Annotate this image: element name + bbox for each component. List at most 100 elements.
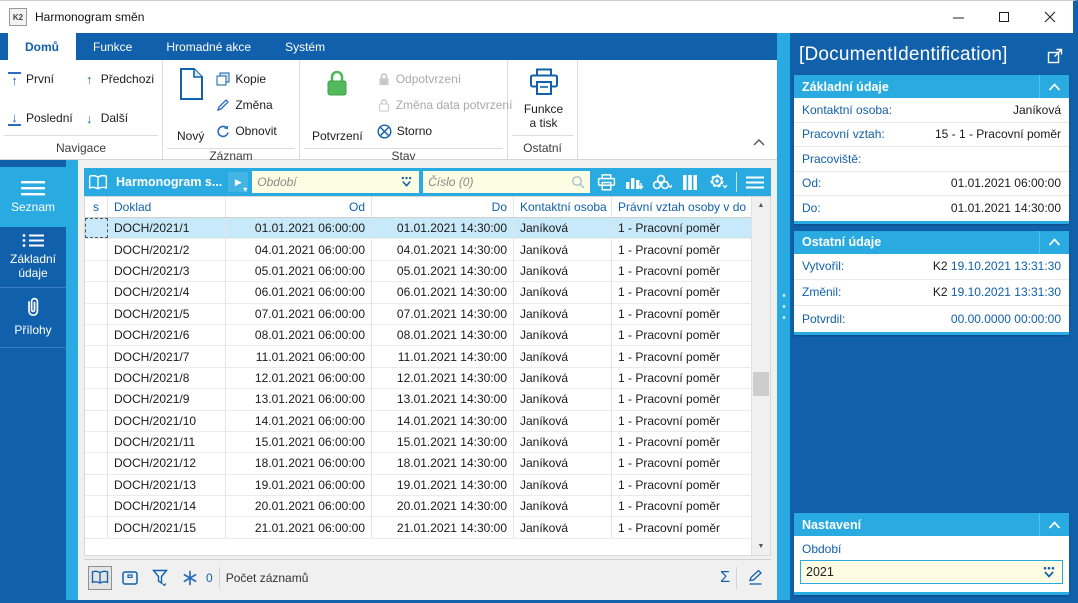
sum-button[interactable]: Σ (720, 569, 730, 587)
cell-doklad[interactable]: DOCH/2021/10 (108, 410, 226, 431)
close-button[interactable] (1027, 1, 1073, 33)
cell-pravni-vztah[interactable]: 1 - Pracovní poměr (612, 368, 751, 388)
column-header-do[interactable]: Do (372, 197, 514, 217)
cell-kontaktni-osoba[interactable]: Janíková (514, 474, 612, 496)
new-button[interactable]: Nový (173, 66, 208, 148)
collapse-section-button[interactable] (1039, 230, 1069, 254)
collapse-section-button[interactable] (1039, 75, 1069, 98)
cell-doklad[interactable]: DOCH/2021/4 (108, 282, 226, 303)
table-row[interactable]: DOCH/2021/14 20.01.2021 06:00:00 20.01.2… (85, 496, 751, 518)
cell-doklad[interactable]: DOCH/2021/13 (108, 474, 226, 496)
cell-od[interactable]: 05.01.2021 06:00:00 (226, 260, 372, 282)
cell-status[interactable] (85, 303, 108, 324)
sidebar-item-prilohy[interactable]: Přílohy (0, 288, 66, 348)
cell-od[interactable]: 21.01.2021 06:00:00 (226, 517, 372, 538)
cell-kontaktni-osoba[interactable]: Janíková (514, 367, 612, 389)
filter-button[interactable] (148, 566, 172, 590)
cell-pravni-vztah[interactable]: 1 - Pracovní poměr (612, 239, 751, 259)
cell-pravni-vztah[interactable]: 1 - Pracovní poměr (612, 282, 751, 302)
cell-doklad[interactable]: DOCH/2021/3 (108, 260, 226, 282)
table-row[interactable]: DOCH/2021/7 11.01.2021 06:00:00 11.01.20… (85, 346, 751, 368)
cell-kontaktni-osoba[interactable]: Janíková (514, 260, 612, 282)
menu-button[interactable] (743, 170, 767, 194)
olap-button[interactable] (650, 170, 674, 194)
cell-kontaktni-osoba[interactable]: Janíková (514, 453, 612, 474)
chart-button[interactable] (622, 170, 646, 194)
table-row[interactable]: DOCH/2021/10 14.01.2021 06:00:00 14.01.2… (85, 410, 751, 432)
collapse-section-button[interactable] (1039, 513, 1069, 536)
cell-status[interactable] (85, 367, 108, 389)
cell-od[interactable]: 13.01.2021 06:00:00 (226, 389, 372, 410)
cell-status[interactable] (85, 260, 108, 282)
cell-od[interactable]: 07.01.2021 06:00:00 (226, 303, 372, 324)
period-setting-input[interactable] (806, 565, 1041, 579)
cell-status[interactable] (85, 346, 108, 367)
table-row[interactable]: DOCH/2021/13 19.01.2021 06:00:00 19.01.2… (85, 474, 751, 497)
cell-doklad[interactable]: DOCH/2021/11 (108, 431, 226, 453)
cell-kontaktni-osoba[interactable]: Janíková (514, 410, 612, 431)
cell-pravni-vztah[interactable]: 1 - Pracovní poměr (612, 389, 751, 409)
cell-doklad[interactable]: DOCH/2021/2 (108, 239, 226, 260)
book-menu-button[interactable]: ▶ ▾ (228, 172, 249, 194)
cell-do[interactable]: 15.01.2021 14:30:00 (372, 431, 514, 453)
cell-do[interactable]: 14.01.2021 14:30:00 (372, 410, 514, 431)
cell-status[interactable] (85, 453, 108, 474)
cell-kontaktni-osoba[interactable]: Janíková (514, 389, 612, 410)
table-row[interactable]: DOCH/2021/9 13.01.2021 06:00:00 13.01.20… (85, 389, 751, 411)
number-search-input[interactable] (428, 175, 567, 189)
refresh-button[interactable]: Obnovit (216, 120, 277, 142)
cell-do[interactable]: 04.01.2021 14:30:00 (372, 239, 514, 260)
cell-pravni-vztah[interactable]: 1 - Pracovní poměr (612, 261, 751, 281)
cell-od[interactable]: 12.01.2021 06:00:00 (226, 367, 372, 389)
cell-pravni-vztah[interactable]: 1 - Pracovní poměr (612, 432, 751, 452)
cell-od[interactable]: 15.01.2021 06:00:00 (226, 431, 372, 453)
cell-pravni-vztah[interactable]: 1 - Pracovní poměr (612, 411, 751, 431)
table-row[interactable]: DOCH/2021/5 07.01.2021 06:00:00 07.01.20… (85, 303, 751, 325)
cell-do[interactable]: 13.01.2021 14:30:00 (372, 389, 514, 410)
tab-system[interactable]: Systém (268, 33, 342, 60)
cell-od[interactable]: 08.01.2021 06:00:00 (226, 324, 372, 346)
cell-kontaktni-osoba[interactable]: Janíková (514, 346, 612, 367)
table-row[interactable]: DOCH/2021/3 05.01.2021 06:00:00 05.01.20… (85, 260, 751, 283)
cell-doklad[interactable]: DOCH/2021/14 (108, 496, 226, 517)
cell-od[interactable]: 01.01.2021 06:00:00 (226, 218, 372, 239)
collapse-ribbon-button[interactable] (753, 133, 765, 151)
cell-status[interactable] (85, 389, 108, 410)
cell-status[interactable] (85, 517, 108, 538)
cell-od[interactable]: 11.01.2021 06:00:00 (226, 346, 372, 367)
scroll-down-button[interactable]: ▼ (752, 538, 770, 555)
cell-od[interactable]: 04.01.2021 06:00:00 (226, 239, 372, 260)
cell-pravni-vztah[interactable]: 1 - Pracovní poměr (612, 496, 751, 516)
storno-button[interactable]: Storno (377, 120, 513, 142)
cell-doklad[interactable]: DOCH/2021/9 (108, 389, 226, 410)
scroll-up-button[interactable]: ▲ (752, 197, 770, 214)
last-button[interactable]: ↓ Poslední (8, 107, 73, 129)
cell-do[interactable]: 21.01.2021 14:30:00 (372, 517, 514, 538)
cell-do[interactable]: 19.01.2021 14:30:00 (372, 474, 514, 496)
column-header-s[interactable]: s (85, 197, 108, 217)
cell-kontaktni-osoba[interactable]: Janíková (514, 496, 612, 517)
column-header-pravni-vztah[interactable]: Právní vztah osoby v do (612, 197, 751, 217)
multi-select-dropdown-icon[interactable] (399, 176, 414, 188)
snowflake-filter-button[interactable] (178, 566, 202, 590)
cell-do[interactable]: 18.01.2021 14:30:00 (372, 453, 514, 474)
cell-od[interactable]: 19.01.2021 06:00:00 (226, 474, 372, 496)
section-header[interactable]: Nastavení (794, 513, 1069, 536)
scroll-thumb[interactable] (753, 372, 769, 396)
section-header[interactable]: Základní údaje (794, 75, 1069, 98)
cell-kontaktni-osoba[interactable]: Janíková (514, 324, 612, 346)
column-header-doklad[interactable]: Doklad (108, 197, 226, 217)
cell-kontaktni-osoba[interactable]: Janíková (514, 431, 612, 453)
cell-doklad[interactable]: DOCH/2021/7 (108, 346, 226, 367)
cell-status[interactable] (85, 239, 108, 260)
column-header-od[interactable]: Od (226, 197, 372, 217)
cell-od[interactable]: 06.01.2021 06:00:00 (226, 282, 372, 303)
tab-domu[interactable]: Domů (8, 33, 76, 60)
copy-button[interactable]: Kopie (216, 68, 276, 90)
cell-pravni-vztah[interactable]: 1 - Pracovní poměr (612, 346, 751, 366)
card-view-toggle[interactable] (118, 566, 142, 590)
tab-funkce[interactable]: Funkce (76, 33, 149, 60)
cell-status[interactable] (85, 410, 108, 431)
next-button[interactable]: ↓ Další (83, 107, 154, 129)
cell-doklad[interactable]: DOCH/2021/12 (108, 453, 226, 474)
